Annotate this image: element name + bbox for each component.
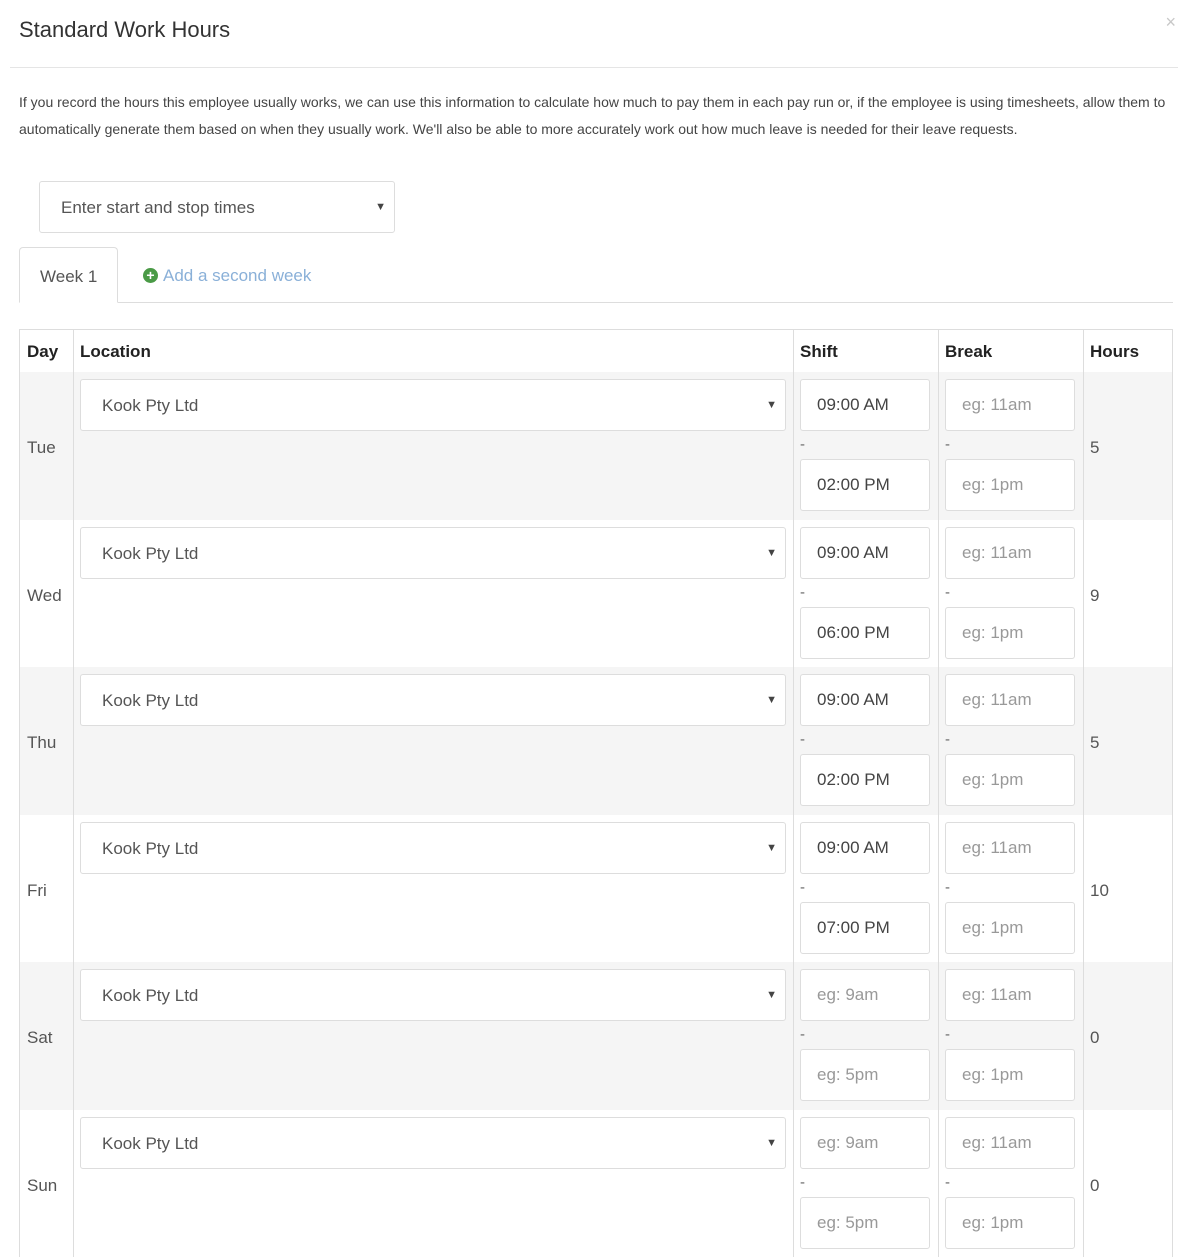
- caret-down-icon: ▼: [766, 694, 777, 706]
- break-end-input[interactable]: eg: 1pm: [945, 459, 1075, 511]
- location-select[interactable]: Kook Pty Ltd ▼: [80, 527, 786, 579]
- location-value: Kook Pty Ltd: [102, 839, 198, 859]
- header-day: Day: [27, 342, 58, 362]
- break-end-input[interactable]: eg: 1pm: [945, 1049, 1075, 1101]
- shift-separator: -: [800, 879, 805, 896]
- column-divider: [1083, 330, 1084, 1257]
- location-value: Kook Pty Ltd: [102, 691, 198, 711]
- break-separator: -: [945, 1174, 950, 1191]
- header-location: Location: [80, 342, 151, 362]
- caret-down-icon: ▼: [375, 201, 386, 213]
- location-select[interactable]: Kook Pty Ltd ▼: [80, 1117, 786, 1169]
- table-row: ThuKook Pty Ltd▼09:00 AM-02:00 PMeg: 11a…: [20, 667, 1172, 815]
- break-start-input[interactable]: eg: 11am: [945, 822, 1075, 874]
- tab-week-1[interactable]: Week 1: [19, 247, 118, 303]
- day-label: Sat: [27, 1028, 53, 1048]
- location-value: Kook Pty Ltd: [102, 396, 198, 416]
- header-shift: Shift: [800, 342, 838, 362]
- shift-separator: -: [800, 436, 805, 453]
- break-end-input[interactable]: eg: 1pm: [945, 754, 1075, 806]
- shift-start-input[interactable]: 09:00 AM: [800, 379, 930, 431]
- day-label: Sun: [27, 1176, 57, 1196]
- column-divider: [938, 330, 939, 1257]
- break-separator: -: [945, 879, 950, 896]
- break-start-input[interactable]: eg: 11am: [945, 1117, 1075, 1169]
- location-value: Kook Pty Ltd: [102, 986, 198, 1006]
- shift-separator: -: [800, 1174, 805, 1191]
- break-end-input[interactable]: eg: 1pm: [945, 607, 1075, 659]
- header-hours: Hours: [1090, 342, 1139, 362]
- day-label: Tue: [27, 438, 56, 458]
- day-label: Wed: [27, 586, 62, 606]
- shift-end-input[interactable]: 02:00 PM: [800, 459, 930, 511]
- header-break: Break: [945, 342, 992, 362]
- hours-value: 10: [1090, 881, 1109, 901]
- break-separator: -: [945, 1026, 950, 1043]
- break-start-input[interactable]: eg: 11am: [945, 379, 1075, 431]
- location-select[interactable]: Kook Pty Ltd ▼: [80, 969, 786, 1021]
- shift-end-input[interactable]: 07:00 PM: [800, 902, 930, 954]
- entry-mode-select[interactable]: Enter start and stop times ▼: [39, 181, 395, 233]
- location-select[interactable]: Kook Pty Ltd ▼: [80, 822, 786, 874]
- caret-down-icon: ▼: [766, 399, 777, 411]
- modal-header: Standard Work Hours ×: [10, 0, 1178, 68]
- location-value: Kook Pty Ltd: [102, 544, 198, 564]
- standard-work-hours-modal: Standard Work Hours × If you record the …: [0, 0, 1188, 1216]
- day-label: Fri: [27, 881, 47, 901]
- add-second-week-link[interactable]: + Add a second week: [143, 266, 311, 286]
- hours-value: 0: [1090, 1176, 1099, 1196]
- shift-end-input[interactable]: eg: 5pm: [800, 1197, 930, 1249]
- break-separator: -: [945, 436, 950, 453]
- shift-start-input[interactable]: eg: 9am: [800, 1117, 930, 1169]
- entry-mode-value: Enter start and stop times: [61, 198, 255, 218]
- shift-start-input[interactable]: 09:00 AM: [800, 822, 930, 874]
- caret-down-icon: ▼: [766, 547, 777, 559]
- shift-separator: -: [800, 584, 805, 601]
- table-row: TueKook Pty Ltd▼09:00 AM-02:00 PMeg: 11a…: [20, 372, 1172, 520]
- column-divider: [793, 330, 794, 1257]
- table-row: SunKook Pty Ltd▼eg: 9am-eg: 5pmeg: 11am-…: [20, 1110, 1172, 1257]
- column-divider: [73, 330, 74, 1257]
- shift-start-input[interactable]: eg: 9am: [800, 969, 930, 1021]
- description-text: If you record the hours this employee us…: [19, 89, 1179, 142]
- caret-down-icon: ▼: [766, 989, 777, 1001]
- shift-end-input[interactable]: 02:00 PM: [800, 754, 930, 806]
- hours-value: 5: [1090, 438, 1099, 458]
- table-row: FriKook Pty Ltd▼09:00 AM-07:00 PMeg: 11a…: [20, 815, 1172, 963]
- hours-value: 5: [1090, 733, 1099, 753]
- hours-value: 0: [1090, 1028, 1099, 1048]
- shift-separator: -: [800, 1026, 805, 1043]
- break-separator: -: [945, 584, 950, 601]
- table-row: WedKook Pty Ltd▼09:00 AM-06:00 PMeg: 11a…: [20, 520, 1172, 668]
- location-select[interactable]: Kook Pty Ltd ▼: [80, 674, 786, 726]
- caret-down-icon: ▼: [766, 1137, 777, 1149]
- shift-start-input[interactable]: 09:00 AM: [800, 674, 930, 726]
- location-select[interactable]: Kook Pty Ltd ▼: [80, 379, 786, 431]
- shift-start-input[interactable]: 09:00 AM: [800, 527, 930, 579]
- caret-down-icon: ▼: [766, 842, 777, 854]
- shift-end-input[interactable]: 06:00 PM: [800, 607, 930, 659]
- close-icon[interactable]: ×: [1165, 12, 1176, 33]
- break-separator: -: [945, 731, 950, 748]
- shift-separator: -: [800, 731, 805, 748]
- week-tabs: Week 1 + Add a second week: [19, 247, 1173, 303]
- break-end-input[interactable]: eg: 1pm: [945, 1197, 1075, 1249]
- break-start-input[interactable]: eg: 11am: [945, 969, 1075, 1021]
- plus-circle-icon: +: [143, 268, 158, 283]
- break-start-input[interactable]: eg: 11am: [945, 527, 1075, 579]
- break-end-input[interactable]: eg: 1pm: [945, 902, 1075, 954]
- modal-title: Standard Work Hours: [19, 17, 230, 43]
- hours-value: 9: [1090, 586, 1099, 606]
- tab-week-1-label: Week 1: [40, 267, 97, 287]
- shift-end-input[interactable]: eg: 5pm: [800, 1049, 930, 1101]
- work-hours-table: Day Location Shift Break Hours Tue Kook P…: [19, 329, 1173, 1257]
- add-second-week-label: Add a second week: [163, 266, 311, 285]
- location-value: Kook Pty Ltd: [102, 1134, 198, 1154]
- table-row: SatKook Pty Ltd▼eg: 9am-eg: 5pmeg: 11am-…: [20, 962, 1172, 1110]
- break-start-input[interactable]: eg: 11am: [945, 674, 1075, 726]
- table-body: TueKook Pty Ltd▼09:00 AM-02:00 PMeg: 11a…: [20, 372, 1172, 1257]
- day-label: Thu: [27, 733, 56, 753]
- table-header: Day Location Shift Break Hours: [20, 330, 1172, 372]
